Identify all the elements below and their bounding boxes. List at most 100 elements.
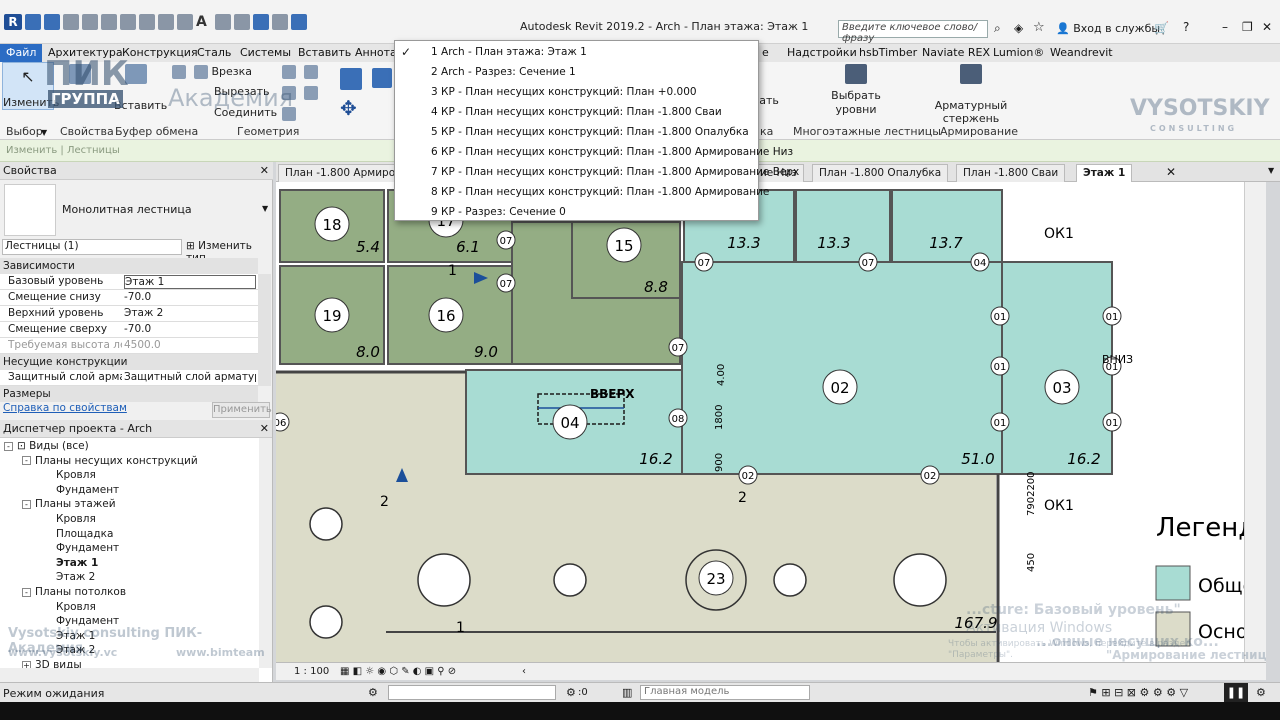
close-hidden-icon[interactable]	[272, 14, 288, 30]
scale-label[interactable]: 1 : 100	[294, 666, 329, 677]
open-icon[interactable]	[25, 14, 41, 30]
view-tab[interactable]: План -1.800 Армиров	[278, 164, 409, 182]
move-icon[interactable]: ✥	[340, 96, 357, 120]
browser-node[interactable]: - ⊡ Виды (все)	[4, 440, 89, 452]
panel-select-label[interactable]: Выбор	[6, 125, 43, 138]
property-row[interactable]: Защитный слой армату...Защитный слой арм…	[0, 370, 258, 386]
favorites-icon[interactable]: ☆	[1033, 20, 1045, 35]
dimension-icon[interactable]	[158, 14, 174, 30]
sync-icon[interactable]	[63, 14, 79, 30]
switch-window-item[interactable]: 9 КР - Разрез: Сечение 0	[431, 202, 566, 222]
binoculars-icon[interactable]: ⌕	[994, 21, 1001, 36]
pin-icon[interactable]	[372, 68, 392, 88]
workset-select[interactable]	[388, 685, 556, 700]
scroll-left-icon[interactable]: ‹	[522, 666, 526, 677]
close-icon[interactable]: ✕	[1262, 20, 1272, 34]
design-options-icon[interactable]: ⚙	[566, 686, 576, 699]
expander-icon[interactable]: -	[22, 499, 31, 509]
sign-in-button[interactable]: 👤 Вход в службы	[1056, 22, 1160, 35]
print-icon[interactable]	[120, 14, 136, 30]
measure-icon[interactable]	[139, 14, 155, 30]
chevron-down-icon[interactable]: ▼	[41, 128, 47, 137]
text-icon[interactable]: A	[196, 14, 212, 30]
switch-window-item[interactable]: 6 КР - План несущих конструкций: План -1…	[431, 142, 793, 162]
tab-weandrevit[interactable]: Weandrevit	[1050, 44, 1113, 62]
search-input[interactable]: Введите ключевое слово/фразу	[838, 20, 988, 44]
tab-addins[interactable]: Надстройки	[787, 44, 857, 62]
minimize-icon[interactable]: –	[1222, 20, 1228, 34]
browser-node[interactable]: Площадка	[56, 528, 113, 540]
chevron-down-icon[interactable]: ▼	[1268, 166, 1274, 175]
tab-file[interactable]: Файл	[0, 44, 43, 62]
close-icon[interactable]: ✕	[1166, 165, 1176, 179]
view-tab-active[interactable]: Этаж 1	[1076, 164, 1133, 182]
communication-icon[interactable]: ◈	[1014, 21, 1023, 35]
dimensions-section[interactable]: Размеры	[0, 386, 258, 402]
revit-logo-icon[interactable]: R	[4, 14, 22, 30]
rotate-icon[interactable]	[304, 86, 318, 100]
rebar-button[interactable]: Арматурный стержень	[916, 64, 1026, 125]
switch-windows-icon[interactable]	[291, 14, 307, 30]
apply-button[interactable]: Применить	[212, 402, 272, 418]
cut-geometry-button[interactable]: Врезка	[194, 65, 252, 79]
tab-insert[interactable]: Вставить	[298, 44, 351, 62]
model-select[interactable]: Главная модель	[640, 685, 810, 700]
select-levels-button[interactable]: Выбрать уровни	[826, 64, 886, 117]
chevron-down-icon[interactable]: ▼	[262, 204, 268, 213]
cart-icon[interactable]: 🛒	[1154, 21, 1169, 35]
switch-window-item[interactable]: 2 Arch - Разрез: Сечение 1	[431, 62, 576, 82]
pause-icon[interactable]: ❚❚	[1224, 683, 1248, 703]
restore-icon[interactable]: ❐	[1242, 20, 1253, 34]
tag-icon[interactable]	[177, 14, 193, 30]
browser-node[interactable]: - Планы потолков	[22, 586, 126, 598]
properties-scrollbar[interactable]	[258, 274, 271, 386]
tab-partial[interactable]: е	[762, 44, 769, 62]
selection-icons[interactable]: ⚑ ⊞ ⊟ ⊠ ⚙ ⚙ ⚙ ▽	[1088, 686, 1188, 699]
browser-node[interactable]: Фундамент	[56, 542, 119, 554]
switch-window-item[interactable]: 1 Arch - План этажа: Этаж 1	[431, 42, 587, 62]
section-icon[interactable]	[234, 14, 250, 30]
expander-icon[interactable]: -	[22, 587, 31, 597]
switch-window-item[interactable]: 3 КР - План несущих конструкций: План +0…	[431, 82, 697, 102]
switch-window-item[interactable]: 8 КР - План несущих конструкций: План -1…	[431, 182, 769, 202]
properties-help-link[interactable]: Справка по свойствам	[3, 402, 127, 414]
instance-filter[interactable]: Лестницы (1)	[2, 239, 182, 255]
browser-hscrollbar[interactable]	[0, 668, 259, 682]
type-selector[interactable]: Монолитная лестница	[62, 203, 192, 216]
undo-icon[interactable]	[82, 14, 98, 30]
align-icon[interactable]	[282, 65, 296, 79]
3d-view-icon[interactable]	[215, 14, 231, 30]
structure-section[interactable]: Несущие конструкции	[0, 354, 258, 370]
thin-lines-icon[interactable]	[253, 14, 269, 30]
browser-node[interactable]: Кровля	[56, 513, 96, 525]
drawing-canvas[interactable]: 18 17 15 19 16 02 03 04 23 5.4 6.1 8.8 8…	[276, 182, 1266, 662]
browser-node[interactable]: Кровля	[56, 601, 96, 613]
help-icon[interactable]: ?	[1183, 20, 1189, 34]
worksets-icon[interactable]: ⚙	[368, 686, 378, 699]
expander-icon[interactable]: -	[22, 456, 31, 466]
stair-icon[interactable]	[340, 68, 362, 90]
tab-structure[interactable]: Конструкция	[122, 44, 198, 62]
tab-lumion[interactable]: Lumion®	[993, 44, 1044, 62]
constraints-section[interactable]: Зависимости	[0, 258, 258, 274]
browser-node[interactable]: - Планы несущих конструкций	[22, 455, 198, 467]
switch-window-item[interactable]: 4 КР - План несущих конструкций: План -1…	[431, 102, 722, 122]
browser-node[interactable]: Кровля	[56, 469, 96, 481]
navigation-bar[interactable]	[1244, 182, 1266, 662]
close-icon[interactable]: ✕	[260, 420, 269, 438]
browser-node[interactable]: Этаж 2	[56, 571, 95, 583]
property-row[interactable]: Верхний уровень Этаж 2	[0, 306, 258, 322]
tab-hsbtimber[interactable]: hsbTimber	[859, 44, 917, 62]
property-row[interactable]: Смещение снизу -70.0	[0, 290, 258, 306]
tab-steel[interactable]: Сталь	[197, 44, 231, 62]
expander-icon[interactable]: -	[4, 441, 13, 451]
model-icon[interactable]: ▥	[622, 686, 632, 699]
save-icon[interactable]	[44, 14, 60, 30]
redo-icon[interactable]	[101, 14, 117, 30]
view-tab[interactable]: План -1.800 Сваи	[956, 164, 1066, 182]
close-icon[interactable]: ✕	[260, 162, 269, 180]
move-small-icon[interactable]	[304, 65, 318, 79]
browser-node[interactable]: Фундамент	[56, 484, 119, 496]
tab-naviate-rex[interactable]: Naviate REX	[922, 44, 990, 62]
switch-window-item[interactable]: 5 КР - План несущих конструкций: План -1…	[431, 122, 749, 142]
